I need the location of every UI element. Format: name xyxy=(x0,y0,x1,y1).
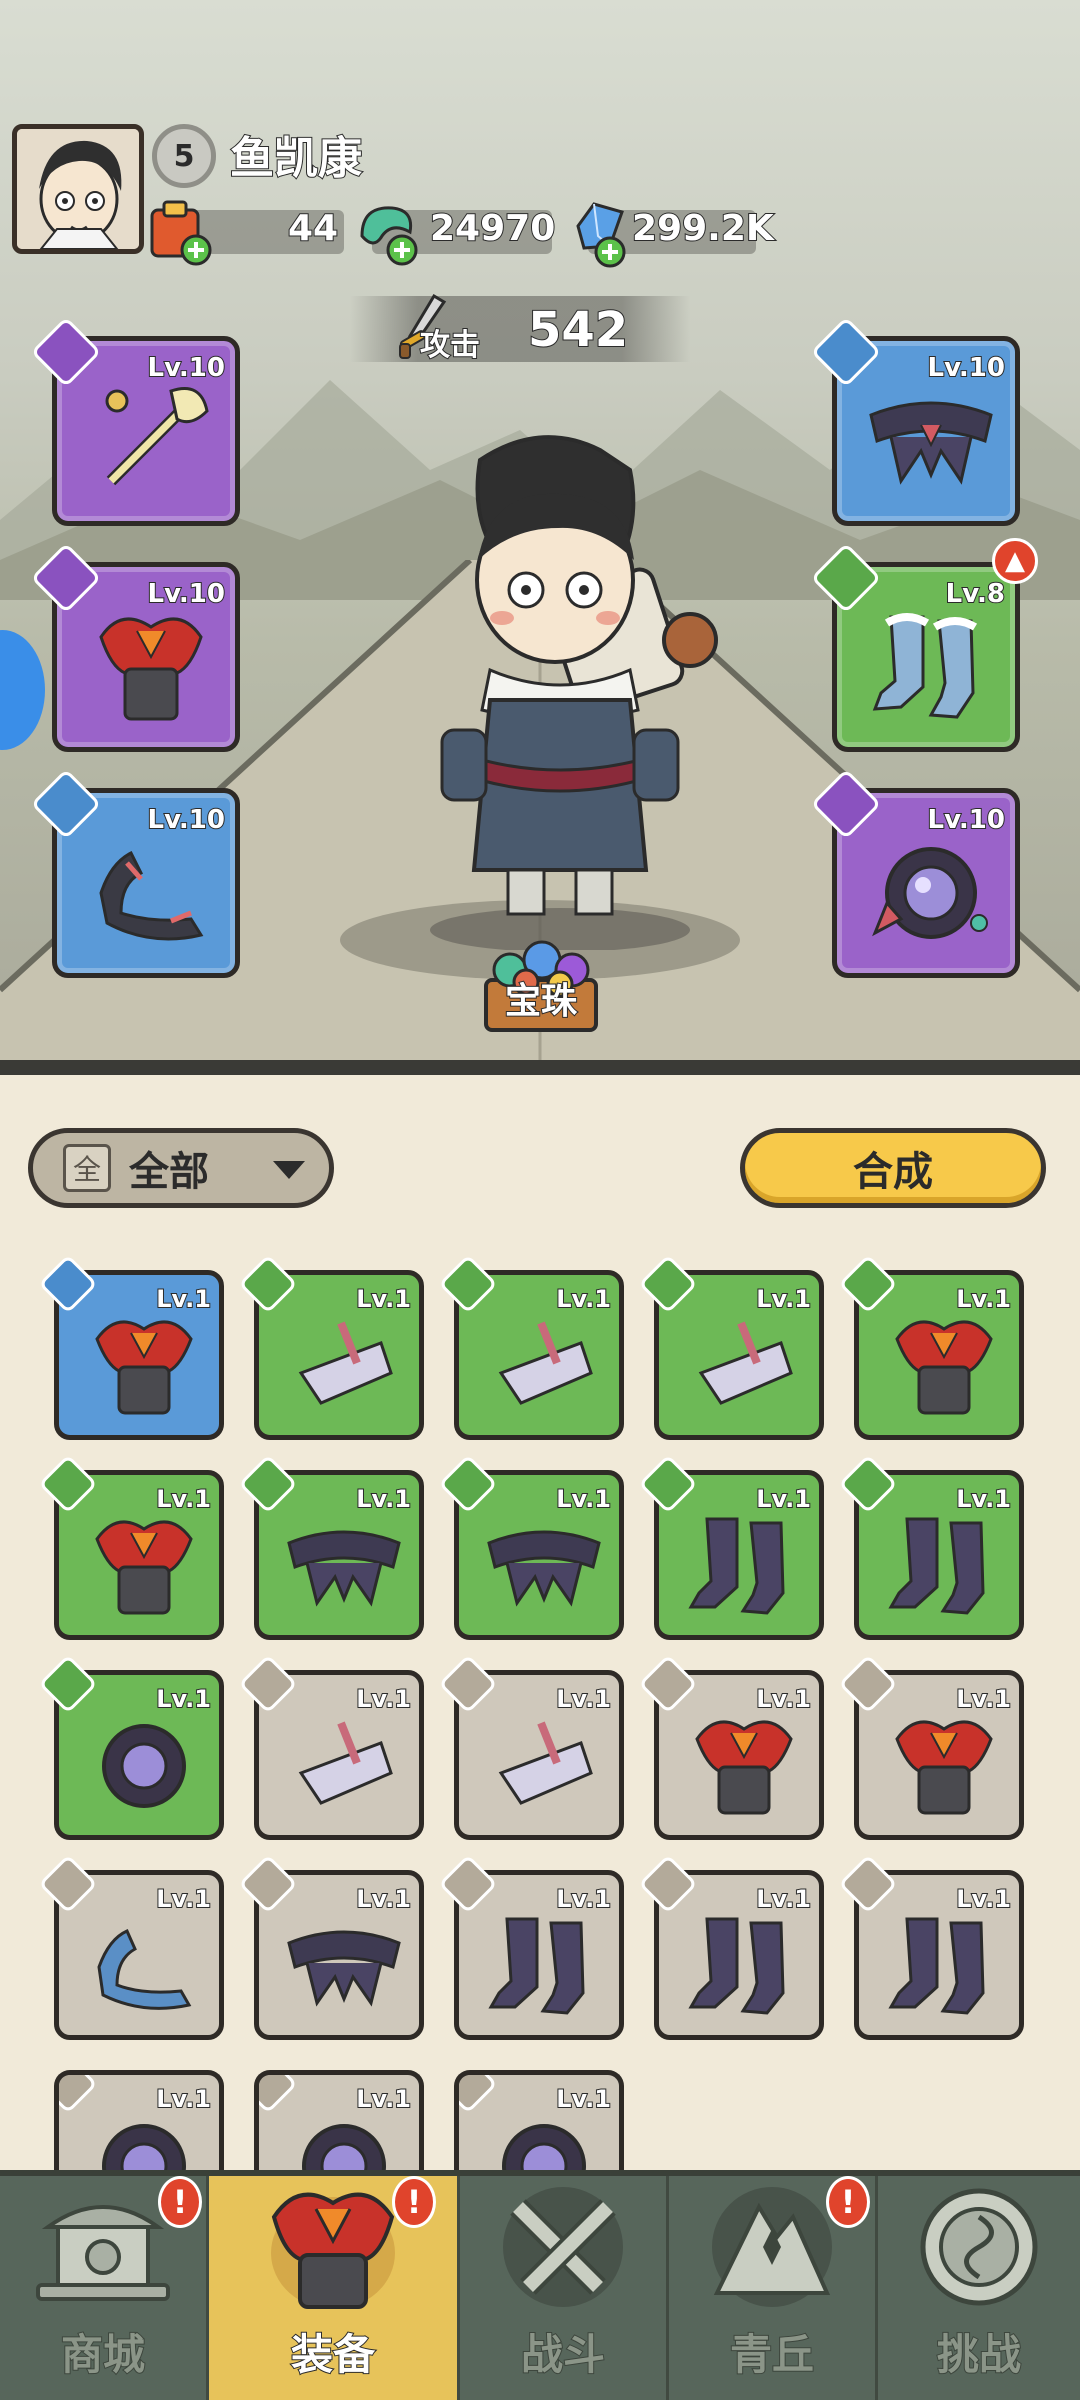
ice-boots-icon xyxy=(872,613,978,719)
necklace-icon xyxy=(97,1929,192,2010)
nav-label-battle: 战斗 xyxy=(520,2329,606,2380)
hero-character[interactable] xyxy=(390,430,730,950)
scroll-gift-icon[interactable] xyxy=(144,196,220,268)
boots-icon xyxy=(888,1917,985,2015)
inventory-item-weapon[interactable]: Lv.1 xyxy=(438,1254,624,1440)
equip-slot-boots[interactable]: Lv.8 xyxy=(810,542,1020,752)
filter-label: 全部 xyxy=(129,1149,209,1195)
ring-icon xyxy=(102,2124,186,2170)
inventory-item-belt[interactable]: Lv.1 xyxy=(238,1854,424,2040)
chevron-down-icon xyxy=(273,1161,305,1179)
belt-icon xyxy=(287,1930,401,2007)
inventory-item-armor[interactable]: Lv.1 xyxy=(38,1254,224,1440)
inventory-item-belt[interactable]: Lv.1 xyxy=(438,1454,624,1640)
equip-slot-weapon[interactable]: Lv.10 xyxy=(30,316,240,526)
attack-value: 542 xyxy=(527,301,629,359)
equip-slot-ring[interactable]: Lv.10 xyxy=(810,768,1020,978)
armor-icon xyxy=(895,1320,993,1415)
weapon-icon xyxy=(498,1721,593,1805)
equip-slot-armor[interactable]: Lv.10 xyxy=(30,542,240,752)
nav-tab-challenge[interactable]: 挑战 xyxy=(878,2176,1080,2400)
inventory-item-necklace[interactable]: Lv.1 xyxy=(38,1854,224,2040)
attack-label: 攻击 xyxy=(419,327,481,364)
inventory-item-ring[interactable]: Lv.1 xyxy=(54,2070,224,2170)
dark-necklace-icon xyxy=(99,850,204,941)
ring-icon xyxy=(302,2124,386,2170)
armor-icon xyxy=(695,1720,793,1815)
nav-label-qingqiu: 青丘 xyxy=(729,2329,815,2380)
player-avatar[interactable] xyxy=(12,124,144,254)
weapon-icon xyxy=(298,1321,393,1405)
crystal-icon[interactable] xyxy=(564,196,640,268)
mountain-icon xyxy=(712,2187,832,2307)
ring-icon xyxy=(102,1724,186,1808)
scene-divider xyxy=(0,1060,1080,1075)
weapon-icon xyxy=(698,1321,793,1405)
player-level-badge: 5 xyxy=(152,124,216,188)
inventory-item-boots[interactable]: Lv.1 xyxy=(638,1854,824,2040)
weapon-icon xyxy=(298,1721,393,1805)
upgrade-arrow-icon: ▲ xyxy=(992,538,1038,584)
inventory-item-weapon[interactable]: Lv.1 xyxy=(438,1654,624,1840)
filter-dropdown[interactable]: 全 全部 xyxy=(28,1128,334,1208)
qingqiu-alert-icon: ! xyxy=(826,2176,870,2228)
nav-tab-battle[interactable]: 战斗 xyxy=(460,2176,666,2400)
shop-alert-icon: ! xyxy=(158,2176,202,2228)
inventory-item-boots[interactable]: Lv.1 xyxy=(838,1854,1024,2040)
inventory-item-ring[interactable]: Lv.1 xyxy=(254,2070,424,2170)
armor-icon xyxy=(95,1520,193,1615)
boots-icon xyxy=(888,1517,985,1615)
jade-dragon-icon[interactable] xyxy=(352,196,428,268)
red-armor-icon xyxy=(99,617,203,721)
jade-count: 24970 xyxy=(429,207,556,250)
inventory-item-boots[interactable]: Lv.1 xyxy=(638,1454,824,1640)
boots-icon xyxy=(488,1917,585,2015)
inventory-item-weapon[interactable]: Lv.1 xyxy=(638,1254,824,1440)
nav-label-challenge: 挑战 xyxy=(936,2329,1022,2380)
armor-icon xyxy=(95,1320,193,1415)
battle-icon xyxy=(503,2187,623,2307)
inventory-item-boots[interactable]: Lv.1 xyxy=(438,1854,624,2040)
boots-icon xyxy=(688,1917,785,2015)
inventory-item-ring[interactable]: Lv.1 xyxy=(454,2070,624,2170)
orb-ring-icon xyxy=(872,847,988,939)
inventory-item-armor[interactable]: Lv.1 xyxy=(638,1654,824,1840)
filter-all-icon: 全 xyxy=(63,1144,111,1192)
inventory-item-ring[interactable]: Lv.1 xyxy=(38,1654,224,1840)
dark-belt-icon xyxy=(869,401,993,485)
belt-icon xyxy=(487,1530,601,1607)
crystal-count: 299.2K xyxy=(631,207,775,250)
boots-icon xyxy=(688,1517,785,1615)
inventory-item-weapon[interactable]: Lv.1 xyxy=(238,1654,424,1840)
nav-label-equipment: 装备 xyxy=(290,2329,376,2380)
equipment-alert-icon: ! xyxy=(392,2176,436,2228)
challenge-icon xyxy=(920,2188,1038,2306)
inventory-item-belt[interactable]: Lv.1 xyxy=(238,1454,424,1640)
inventory-item-weapon[interactable]: Lv.1 xyxy=(238,1254,424,1440)
equip-slot-belt[interactable]: Lv.10 xyxy=(810,316,1020,526)
player-name: 鱼凯康 xyxy=(229,132,363,185)
inventory-item-armor[interactable]: Lv.1 xyxy=(38,1454,224,1640)
inventory-item-boots[interactable]: Lv.1 xyxy=(838,1454,1024,1640)
equip-slot-necklace[interactable]: Lv.10 xyxy=(30,768,240,978)
belt-icon xyxy=(287,1530,401,1607)
fan-weapon-icon xyxy=(105,387,209,486)
combine-button[interactable]: 合成 xyxy=(740,1128,1046,1208)
avatar-portrait xyxy=(17,129,139,249)
equipment-icon xyxy=(271,2192,395,2309)
armor-icon xyxy=(895,1720,993,1815)
shop-icon xyxy=(36,2205,170,2301)
inventory-item-armor[interactable]: Lv.1 xyxy=(838,1654,1024,1840)
nav-label-shop: 商城 xyxy=(60,2329,146,2380)
ring-icon xyxy=(502,2124,586,2170)
inventory-item-armor[interactable]: Lv.1 xyxy=(838,1254,1024,1440)
treasure-label: 宝珠 xyxy=(504,980,578,1023)
weapon-icon xyxy=(498,1321,593,1405)
scroll-count: 44 xyxy=(287,207,339,250)
